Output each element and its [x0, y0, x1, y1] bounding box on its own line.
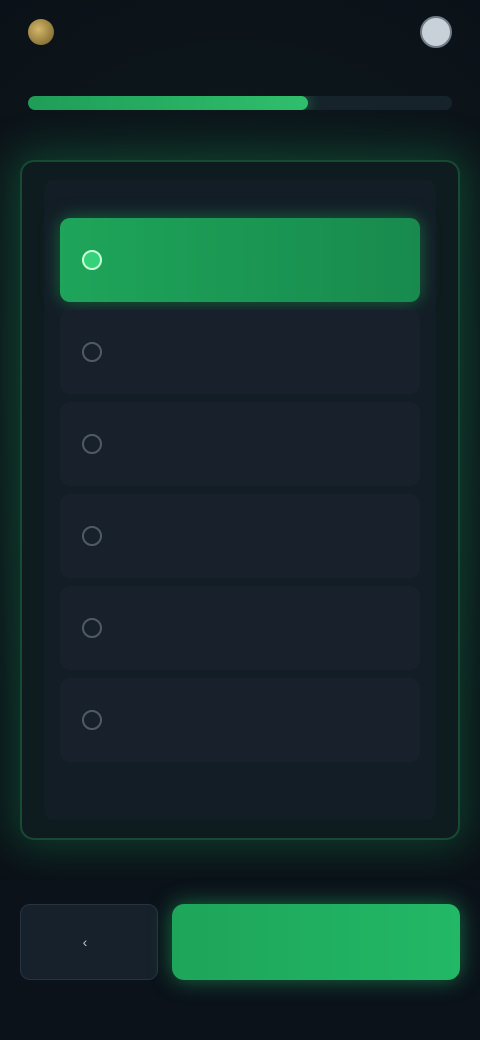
- back-button[interactable]: ‹: [20, 904, 158, 980]
- radio-icon: [82, 710, 102, 730]
- option-item[interactable]: [60, 678, 420, 762]
- logo-icon: [28, 19, 54, 45]
- avatar[interactable]: [420, 16, 452, 48]
- bottom-action-bar: ‹: [0, 880, 480, 1040]
- radio-icon: [82, 526, 102, 546]
- options-list: [60, 218, 420, 762]
- radio-icon: [82, 250, 102, 270]
- question-card: [20, 160, 460, 840]
- option-item[interactable]: [60, 402, 420, 486]
- progress-fill: [28, 96, 308, 110]
- chevron-left-icon: ‹: [82, 934, 88, 950]
- account-area[interactable]: [408, 16, 452, 48]
- option-item[interactable]: [60, 310, 420, 394]
- continue-button[interactable]: [172, 904, 460, 980]
- radio-icon: [82, 618, 102, 638]
- option-item[interactable]: [60, 218, 420, 302]
- option-item[interactable]: [60, 586, 420, 670]
- top-bar: [0, 0, 480, 64]
- question-card-inner: [44, 180, 436, 820]
- app-page: ‹: [0, 0, 480, 1040]
- radio-icon: [82, 342, 102, 362]
- brand[interactable]: [28, 19, 64, 45]
- option-item[interactable]: [60, 494, 420, 578]
- radio-icon: [82, 434, 102, 454]
- progress-bar: [28, 96, 452, 110]
